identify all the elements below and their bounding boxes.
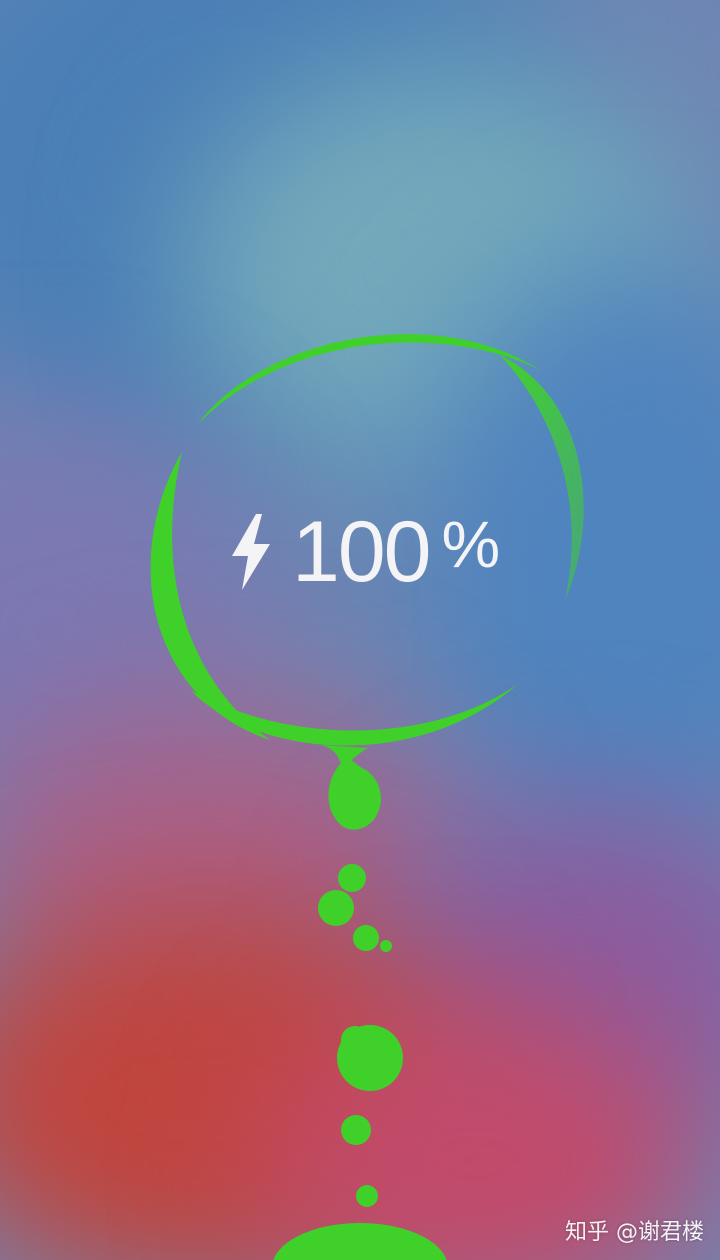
- droplet: [356, 1185, 378, 1207]
- droplet: [338, 864, 366, 892]
- charging-pool: [273, 1223, 447, 1260]
- droplet: [380, 940, 392, 952]
- charging-ring-right-arc: [500, 355, 584, 600]
- battery-percentage: 100 %: [228, 502, 500, 602]
- charging-animation: [150, 334, 584, 1260]
- droplet: [328, 759, 381, 830]
- lightning-bolt-icon: [232, 514, 270, 590]
- watermark: 知乎 @谢君楼: [565, 1220, 704, 1245]
- droplet: [341, 1026, 369, 1054]
- charging-ring-bottom-arc: [190, 684, 518, 746]
- percent-sign: %: [441, 507, 501, 581]
- battery-percentage-value: 100: [292, 504, 431, 600]
- charging-ring-top-arc: [198, 334, 540, 424]
- droplet: [341, 1115, 371, 1145]
- charging-screen: 100 % 知乎 @谢君楼: [0, 0, 720, 1260]
- droplet: [318, 890, 354, 926]
- droplet: [353, 925, 379, 951]
- charging-droplets: [273, 759, 447, 1260]
